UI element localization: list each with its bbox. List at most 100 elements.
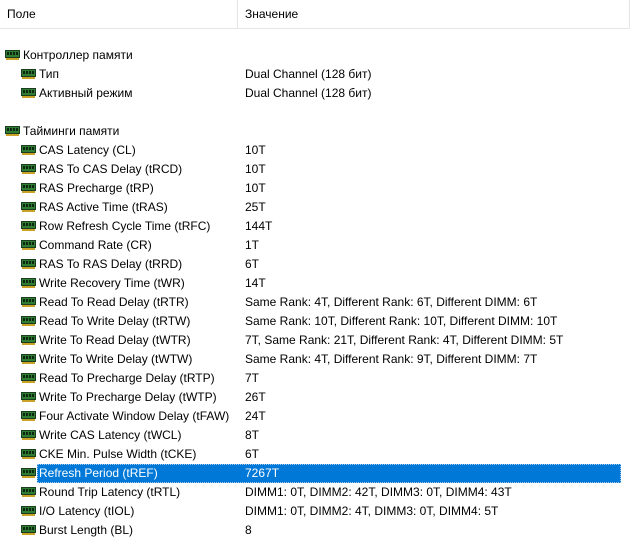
column-header-value[interactable]: Значение	[239, 0, 630, 28]
row-field-value: 7267T	[245, 466, 280, 480]
row-field-label: RAS Precharge (tRP)	[39, 181, 154, 195]
row-field-value: 26T	[245, 390, 266, 404]
memory-module-icon	[21, 373, 36, 383]
memory-module-icon	[21, 506, 36, 516]
row-field-value: 7T, Same Rank: 21T, Different Rank: 4T, …	[245, 333, 564, 347]
row-field-label: Write To Precharge Delay (tWTP)	[39, 390, 217, 404]
row-field-label: RAS To CAS Delay (tRCD)	[39, 162, 183, 176]
table-row[interactable]: RAS To CAS Delay (tRCD) 10T	[0, 160, 630, 179]
table-row[interactable]: CAS Latency (CL) 10T	[0, 141, 630, 160]
table-row[interactable]: Write To Precharge Delay (tWTP) 26T	[0, 388, 630, 407]
memory-module-icon	[21, 449, 36, 459]
row-field-label: Write CAS Latency (tWCL)	[39, 428, 182, 442]
row-field-label: Refresh Period (tREF)	[39, 466, 158, 480]
memory-module-icon	[21, 468, 36, 478]
memory-module-icon	[5, 126, 20, 136]
row-field-label: Command Rate (CR)	[39, 238, 152, 252]
memory-module-icon	[21, 316, 36, 326]
row-field-label: Write Recovery Time (tWR)	[39, 276, 185, 290]
table-row[interactable]: Burst Length (BL) 8	[0, 521, 630, 540]
row-field-value: Dual Channel (128 бит)	[245, 67, 372, 81]
column-header-field[interactable]: Поле	[0, 0, 238, 28]
table-row[interactable]: RAS Precharge (tRP) 10T	[0, 179, 630, 198]
table-row[interactable]: Write To Write Delay (tWTW) Same Rank: 4T…	[0, 350, 630, 369]
row-field-label: Read To Precharge Delay (tRTP)	[39, 371, 215, 385]
row-field-label: Four Activate Window Delay (tFAW)	[39, 409, 230, 423]
row-field-label: Тип	[39, 67, 60, 81]
row-field-label: Read To Read Delay (tRTR)	[39, 295, 189, 309]
tree-section-title: Контроллер памяти	[23, 48, 133, 62]
tree-section-title: Тайминги памяти	[23, 124, 120, 138]
column-header: Поле Значение	[0, 0, 630, 29]
memory-module-icon	[21, 221, 36, 231]
memory-module-icon	[21, 354, 36, 364]
row-field-label: RAS To RAS Delay (tRRD)	[39, 257, 183, 271]
memory-module-icon	[21, 430, 36, 440]
tree-section[interactable]: Контроллер памяти	[0, 46, 630, 65]
table-row[interactable]: Read To Write Delay (tRTW) Same Rank: 10T…	[0, 312, 630, 331]
memory-module-icon	[21, 145, 36, 155]
row-field-value: 14T	[245, 276, 266, 290]
memory-module-icon	[21, 392, 36, 402]
row-field-value: 8	[245, 523, 252, 537]
row-field-value: Same Rank: 4T, Different Rank: 9T, Diffe…	[245, 352, 538, 366]
row-field-value: 10T	[245, 143, 266, 157]
row-field-value: 6T	[245, 257, 260, 271]
row-field-value: Same Rank: 10T, Different Rank: 10T, Dif…	[245, 314, 558, 328]
table-row[interactable]: Тип Dual Channel (128 бит)	[0, 65, 630, 84]
row-field-value: Dual Channel (128 бит)	[245, 86, 372, 100]
memory-module-icon	[21, 88, 36, 98]
table-row[interactable]: Активный режим Dual Channel (128 бит)	[0, 84, 630, 103]
row-field-value: 10T	[245, 181, 266, 195]
memory-module-icon	[21, 525, 36, 535]
row-field-label: Активный режим	[39, 86, 133, 100]
table-row[interactable]: CKE Min. Pulse Width (tCKE) 6T	[0, 445, 630, 464]
table-row[interactable]: Command Rate (CR) 1T	[0, 236, 630, 255]
row-field-label: Row Refresh Cycle Time (tRFC)	[39, 219, 211, 233]
row-field-value: 10T	[245, 162, 266, 176]
row-field-label: Round Trip Latency (tRTL)	[39, 485, 181, 499]
table-row[interactable]: Write Recovery Time (tWR) 14T	[0, 274, 630, 293]
table-row[interactable]: Round Trip Latency (tRTL) DIMM1: 0T, DIMM…	[0, 483, 630, 502]
memory-module-icon	[21, 487, 36, 497]
row-field-label: Write To Read Delay (tWTR)	[39, 333, 191, 347]
memory-module-icon	[21, 278, 36, 288]
memory-module-icon	[21, 297, 36, 307]
table-row[interactable]: Four Activate Window Delay (tFAW) 24T	[0, 407, 630, 426]
table-row[interactable]: Write CAS Latency (tWCL) 8T	[0, 426, 630, 445]
row-field-value: 25T	[245, 200, 266, 214]
memory-module-icon	[21, 183, 36, 193]
table-row[interactable]: I/O Latency (tIOL) DIMM1: 0T, DIMM2: 4T, …	[0, 502, 630, 521]
row-field-value: 1T	[245, 238, 260, 252]
memory-module-icon	[21, 411, 36, 421]
tree-section[interactable]: Тайминги памяти	[0, 122, 630, 141]
row-field-label: Write To Write Delay (tWTW)	[39, 352, 193, 366]
memory-module-icon	[21, 259, 36, 269]
table-row[interactable]: Row Refresh Cycle Time (tRFC) 144T	[0, 217, 630, 236]
row-field-value: 144T	[245, 219, 273, 233]
row-field-label: CAS Latency (CL)	[39, 143, 136, 157]
row-field-label: I/O Latency (tIOL)	[39, 504, 135, 518]
row-field-label: Burst Length (BL)	[39, 523, 134, 537]
table-row[interactable]: Refresh Period (tREF) 7267T	[0, 464, 630, 483]
memory-module-icon	[21, 202, 36, 212]
memory-module-icon	[21, 240, 36, 250]
table-row[interactable]: Write To Read Delay (tWTR) 7T, Same Rank:…	[0, 331, 630, 350]
row-field-value: Same Rank: 4T, Different Rank: 6T, Diffe…	[245, 295, 538, 309]
row-field-value: DIMM1: 0T, DIMM2: 42T, DIMM3: 0T, DIMM4:…	[245, 485, 512, 499]
table-row[interactable]: Read To Read Delay (tRTR) Same Rank: 4T, …	[0, 293, 630, 312]
row-field-value: 7T	[245, 371, 260, 385]
table-row[interactable]: Read To Precharge Delay (tRTP) 7T	[0, 369, 630, 388]
row-field-value: 8T	[245, 428, 260, 442]
memory-module-icon	[5, 50, 20, 60]
row-field-value: 24T	[245, 409, 266, 423]
row-field-label: RAS Active Time (tRAS)	[39, 200, 168, 214]
row-field-value: DIMM1: 0T, DIMM2: 4T, DIMM3: 0T, DIMM4: …	[245, 504, 499, 518]
memory-module-icon	[21, 164, 36, 174]
table-row[interactable]: RAS To RAS Delay (tRRD) 6T	[0, 255, 630, 274]
row-field-label: Read To Write Delay (tRTW)	[39, 314, 191, 328]
memory-module-icon	[21, 69, 36, 79]
row-field-value: 6T	[245, 447, 260, 461]
row-field-label: CKE Min. Pulse Width (tCKE)	[39, 447, 197, 461]
table-row[interactable]: RAS Active Time (tRAS) 25T	[0, 198, 630, 217]
